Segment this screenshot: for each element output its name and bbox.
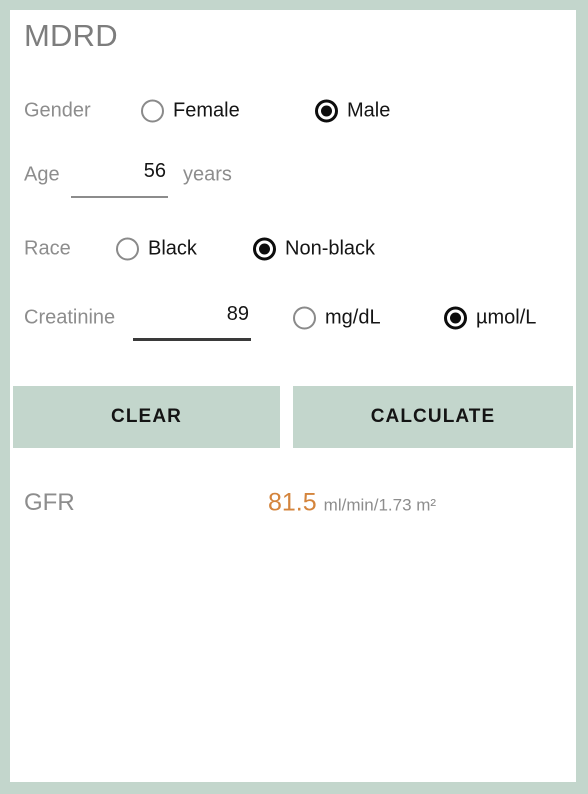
radio-selected-icon[interactable]	[444, 306, 467, 330]
creatinine-row: Creatinine 89 mg/dL µmol/L	[10, 295, 576, 341]
gfr-label: GFR	[24, 489, 75, 516]
creatinine-input[interactable]: 89	[133, 301, 251, 341]
radio-selected-icon[interactable]	[315, 99, 338, 123]
page-title: MDRD	[24, 18, 118, 53]
race-option-black-label: Black	[148, 237, 197, 260]
radio-dot-icon	[259, 243, 270, 255]
gender-option-male[interactable]: Male	[315, 99, 391, 123]
gender-option-female[interactable]: Female	[141, 99, 240, 123]
action-button-bar: CLEAR CALCULATE	[10, 378, 576, 448]
creatinine-unit-mgdl-label: mg/dL	[325, 306, 381, 329]
age-input[interactable]: 56	[71, 158, 168, 198]
radio-unselected-icon[interactable]	[116, 237, 139, 261]
age-input-value: 56	[143, 160, 166, 182]
age-row: Age 56 years	[10, 152, 576, 198]
gfr-result-row: GFR 81.5 ml/min/1.73 m²	[10, 480, 576, 526]
race-option-non-black[interactable]: Non-black	[253, 237, 376, 261]
gender-label: Gender	[24, 99, 91, 122]
creatinine-input-underline	[133, 338, 251, 341]
race-row: Race Black Non-black	[10, 226, 576, 272]
creatinine-unit-umoll-label: µmol/L	[476, 306, 537, 329]
gfr-value: 81.5	[268, 488, 317, 517]
radio-unselected-icon[interactable]	[293, 306, 316, 330]
creatinine-unit-umoll[interactable]: µmol/L	[444, 306, 537, 330]
calculator-card: MDRD Gender Female Male Age 56 years Rac…	[10, 10, 576, 782]
gender-option-female-label: Female	[173, 99, 240, 122]
age-label: Age	[24, 163, 60, 186]
race-label: Race	[24, 237, 71, 260]
gender-row: Gender Female Male	[10, 88, 576, 134]
gfr-unit: ml/min/1.73 m²	[323, 495, 437, 515]
race-option-non-black-label: Non-black	[285, 237, 376, 260]
age-unit-label: years	[183, 163, 232, 186]
radio-dot-icon	[321, 105, 332, 117]
creatinine-unit-mgdl[interactable]: mg/dL	[293, 306, 381, 330]
radio-unselected-icon[interactable]	[141, 99, 164, 123]
gfr-readout: 81.5 ml/min/1.73 m²	[268, 489, 436, 518]
radio-selected-icon[interactable]	[253, 237, 276, 261]
calculate-button[interactable]: CALCULATE	[293, 386, 573, 448]
creatinine-label: Creatinine	[24, 306, 116, 329]
radio-dot-icon	[450, 312, 461, 324]
race-option-black[interactable]: Black	[116, 237, 197, 261]
gender-option-male-label: Male	[347, 99, 391, 122]
clear-button[interactable]: CLEAR	[13, 386, 280, 448]
age-input-underline	[71, 196, 168, 198]
creatinine-input-value: 89	[226, 303, 249, 325]
